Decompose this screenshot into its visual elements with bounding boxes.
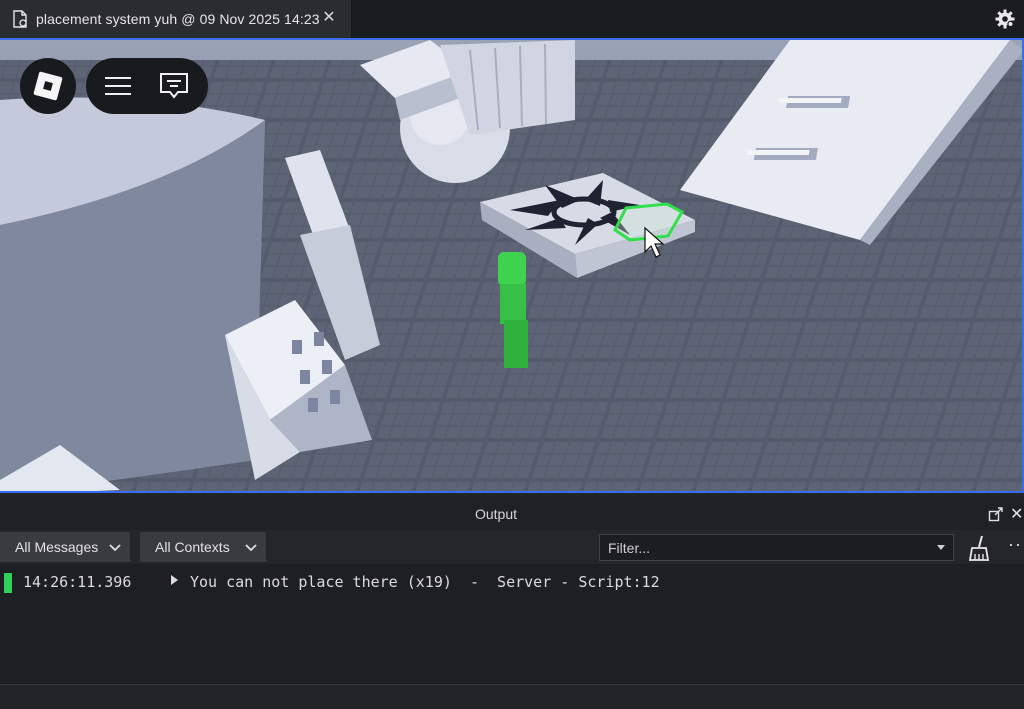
output-log[interactable]: 14:26:11.396 You can not place there (x1… [0, 564, 1024, 684]
more-options-icon[interactable]: ··· [1008, 534, 1024, 555]
messages-filter-dropdown[interactable]: All Messages [0, 532, 130, 562]
output-header: Output ✕ [0, 496, 1024, 530]
output-filter-bar: All Messages All Contexts Filter... ··· [0, 530, 1024, 564]
log-message: You can not place there (x19) - Server -… [190, 573, 660, 591]
tab-title: placement system yuh @ 09 Nov 2025 14:23 [36, 11, 320, 27]
log-marker [4, 573, 12, 593]
contexts-filter-dropdown[interactable]: All Contexts [140, 532, 266, 562]
tab-bar: placement system yuh @ 09 Nov 2025 14:23… [0, 0, 1024, 38]
hamburger-menu-icon[interactable] [100, 68, 136, 104]
tab-place[interactable]: placement system yuh @ 09 Nov 2025 14:23… [0, 0, 352, 38]
tab-close-icon[interactable]: ✕ [321, 10, 337, 26]
broom-icon[interactable] [966, 534, 994, 562]
status-bar [0, 684, 1024, 709]
document-icon [13, 10, 27, 28]
filter-input[interactable]: Filter... [599, 534, 954, 561]
output-title: Output [474, 506, 518, 522]
log-timestamp: 14:26:11.396 [23, 573, 132, 591]
game-viewport[interactable] [0, 38, 1024, 493]
expand-arrow-icon[interactable] [171, 575, 178, 585]
undock-icon[interactable] [988, 506, 1004, 522]
hud-controls [86, 58, 208, 114]
settings-gear-icon[interactable] [994, 8, 1016, 30]
output-panel: Output ✕ All Messages All Contexts Filte… [0, 496, 1024, 709]
filter-caret-icon[interactable] [937, 545, 945, 550]
chat-bubble-icon[interactable] [156, 68, 192, 104]
studio-window: placement system yuh @ 09 Nov 2025 14:23… [0, 0, 1024, 709]
messages-filter-label: All Messages [15, 539, 99, 555]
chevron-down-icon [245, 544, 257, 552]
output-close-icon[interactable]: ✕ [1010, 504, 1023, 524]
chevron-down-icon [109, 544, 121, 552]
roblox-logo-icon [33, 71, 63, 101]
roblox-logo-button[interactable] [20, 58, 76, 114]
log-entry[interactable]: 14:26:11.396 You can not place there (x1… [0, 570, 1024, 594]
contexts-filter-label: All Contexts [155, 539, 230, 555]
filter-placeholder: Filter... [608, 539, 651, 556]
